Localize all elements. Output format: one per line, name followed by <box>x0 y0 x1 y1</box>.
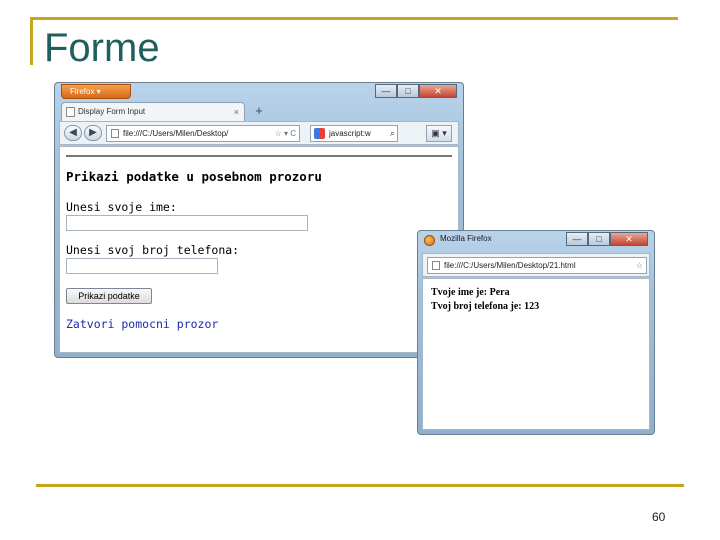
firefox-menu-button[interactable]: Firefox ▾ <box>61 84 131 99</box>
main-browser-window: Firefox ▾ — □ ✕ Display Form Input × + ◀… <box>54 82 464 358</box>
popup-window-title: Mozilla Firefox <box>440 234 492 243</box>
window-controls: — □ ✕ <box>375 84 457 98</box>
navigation-toolbar: ◀ ▶ file:///C:/Users/Milen/Desktop/ ☆ ▾ … <box>59 121 459 145</box>
tab-title: Display Form Input <box>78 107 146 116</box>
search-icon[interactable]: ⌕ <box>390 126 395 141</box>
popup-browser-window: Mozilla Firefox — □ ✕ file:///C:/Users/M… <box>417 230 655 435</box>
forward-button[interactable]: ▶ <box>84 125 102 141</box>
page-icon <box>432 261 440 270</box>
close-popup-link[interactable]: Zatvori pomocni prozor <box>66 317 218 331</box>
maximize-button[interactable]: □ <box>397 84 419 98</box>
slide-left-rule <box>30 17 33 65</box>
close-window-button[interactable]: ✕ <box>610 232 648 246</box>
bookmark-star-icon[interactable]: ☆ <box>636 258 643 273</box>
page-heading: Prikazi podatke u posebnom prozoru <box>66 169 322 184</box>
slide-bottom-rule <box>36 484 684 487</box>
popup-name-line: Tvoje ime je: Pera <box>431 287 510 298</box>
popup-address-toolbar: file:///C:/Users/Milen/Desktop/21.html ☆ <box>422 253 650 277</box>
new-tab-button[interactable]: + <box>249 103 269 120</box>
slide-title: Forme <box>44 26 160 70</box>
reload-icon[interactable]: ☆ ▾ C <box>275 126 296 141</box>
page-icon <box>66 107 75 117</box>
phone-label: Unesi svoj broj telefona: <box>66 243 240 257</box>
search-text: javascript:w <box>329 129 371 138</box>
popup-phone-line: Tvoj broj telefona je: 123 <box>431 301 540 312</box>
firefox-logo-icon <box>424 235 435 246</box>
name-input[interactable] <box>66 215 308 231</box>
back-button[interactable]: ◀ <box>64 125 82 141</box>
popup-url-bar[interactable]: file:///C:/Users/Milen/Desktop/21.html ☆ <box>427 257 647 274</box>
bookmarks-button[interactable]: ▣ ▾ <box>426 125 452 142</box>
window-controls: — □ ✕ <box>566 232 648 246</box>
slide-top-rule <box>30 17 678 20</box>
show-data-button[interactable]: Prikazi podatke <box>66 288 152 304</box>
phone-input[interactable] <box>66 258 218 274</box>
page-icon <box>111 129 119 138</box>
search-engine-icon[interactable] <box>314 128 325 139</box>
url-bar[interactable]: file:///C:/Users/Milen/Desktop/ ☆ ▾ C <box>106 125 300 142</box>
horizontal-rule <box>66 155 452 157</box>
browser-tab[interactable]: Display Form Input × <box>61 102 245 121</box>
page-content: Prikazi podatke u posebnom prozoru Unesi… <box>59 146 459 353</box>
name-label: Unesi svoje ime: <box>66 200 177 214</box>
search-input[interactable]: javascript:w ⌕ <box>310 125 398 142</box>
popup-url-text: file:///C:/Users/Milen/Desktop/21.html <box>444 261 576 270</box>
minimize-button[interactable]: — <box>566 232 588 246</box>
maximize-button[interactable]: □ <box>588 232 610 246</box>
close-window-button[interactable]: ✕ <box>419 84 457 98</box>
popup-page-content: Tvoje ime je: Pera Tvoj broj telefona je… <box>422 278 650 430</box>
minimize-button[interactable]: — <box>375 84 397 98</box>
page-number: 60 <box>652 510 666 524</box>
url-text: file:///C:/Users/Milen/Desktop/ <box>123 129 229 138</box>
tab-close-icon[interactable]: × <box>234 103 239 121</box>
